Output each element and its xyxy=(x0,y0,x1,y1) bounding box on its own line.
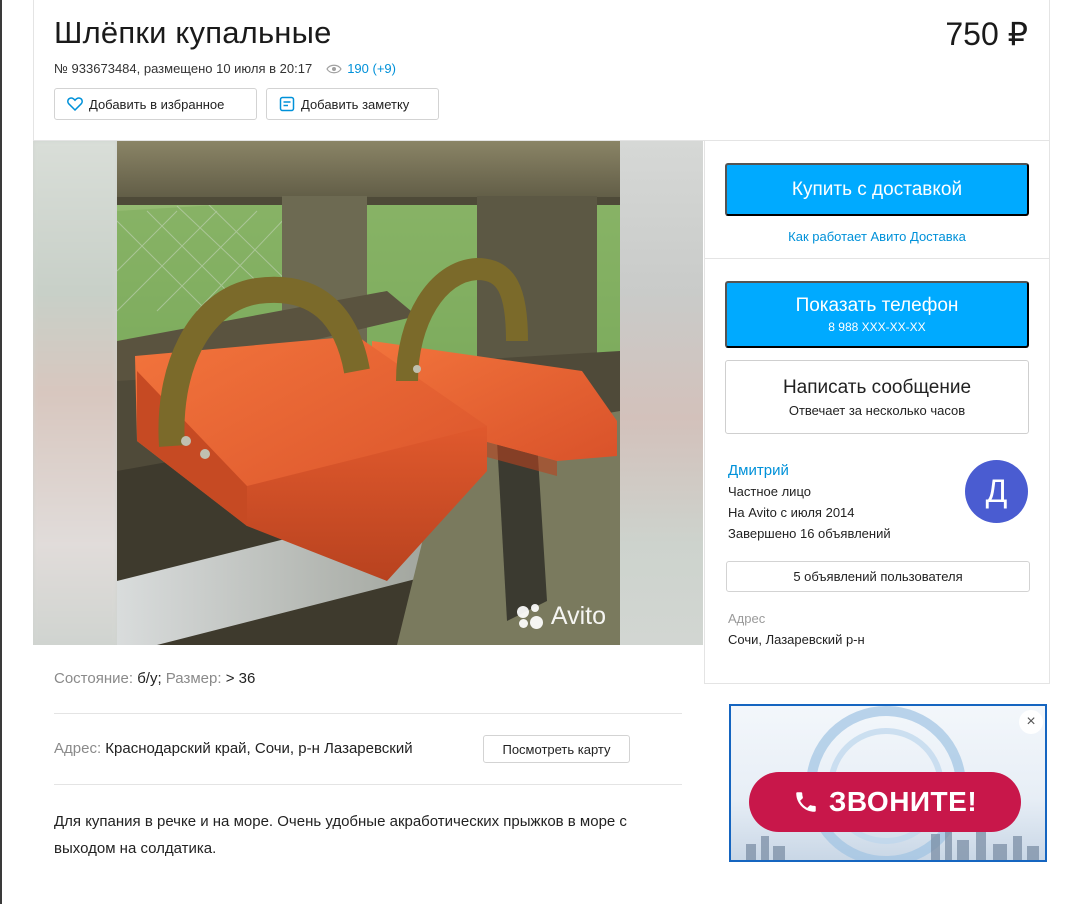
heart-icon xyxy=(67,97,83,111)
view-count: 190 (+9) xyxy=(347,61,396,76)
divider xyxy=(54,784,682,785)
user-listings-button[interactable]: 5 объявлений пользователя xyxy=(726,561,1030,592)
buy-with-delivery-button[interactable]: Купить с доставкой xyxy=(725,163,1029,216)
divider xyxy=(704,258,1050,259)
seller-info: Дмитрий Частное лицо На Avito с июля 201… xyxy=(728,460,891,544)
seller-since: На Avito с июля 2014 xyxy=(728,505,855,520)
price: 750 ₽ xyxy=(945,16,1028,52)
close-icon: × xyxy=(1026,713,1036,730)
seller-completed: Завершено 16 объявлений xyxy=(728,526,891,541)
add-to-favorites-button[interactable]: Добавить в избранное xyxy=(54,88,257,120)
ad-call-label: ЗВОНИТЕ! xyxy=(828,786,978,817)
write-message-label: Написать сообщение xyxy=(782,376,972,398)
show-phone-button[interactable]: Показать телефон 8 988 XXX-XX-XX xyxy=(725,281,1029,348)
seller-type: Частное лицо xyxy=(728,484,811,499)
listing-meta: № 933673484, размещено 10 июля в 20:17 1… xyxy=(54,61,396,76)
add-to-favorites-label: Добавить в избранное xyxy=(89,96,225,112)
masked-phone: 8 988 XXX-XX-XX xyxy=(828,320,926,334)
note-icon xyxy=(279,96,295,112)
item-address: Адрес: Краснодарский край, Сочи, р-н Лаз… xyxy=(54,740,413,757)
add-note-button[interactable]: Добавить заметку xyxy=(266,88,439,120)
prev-photo-preview[interactable] xyxy=(33,141,117,645)
photo-gallery[interactable]: Avito xyxy=(33,141,703,645)
add-note-label: Добавить заметку xyxy=(301,96,410,112)
size-label: Размер: xyxy=(165,670,222,687)
show-phone-label: Показать телефон xyxy=(795,295,959,316)
size-value: > 36 xyxy=(225,670,256,687)
product-photo xyxy=(117,141,620,645)
show-map-button[interactable]: Посмотреть карту xyxy=(483,735,630,763)
next-photo-preview[interactable] xyxy=(619,141,703,645)
condition-label: Состояние: xyxy=(54,670,134,687)
write-message-button[interactable]: Написать сообщение Отвечает за несколько… xyxy=(725,360,1029,434)
avito-watermark: Avito xyxy=(516,602,606,631)
how-delivery-works-link[interactable]: Как работает Авито Доставка xyxy=(725,229,1029,244)
window-edge xyxy=(0,0,2,904)
listing-number-date: № 933673484, размещено 10 июля в 20:17 xyxy=(54,61,313,76)
seller-name-link[interactable]: Дмитрий xyxy=(728,462,789,479)
divider xyxy=(1049,0,1050,683)
avito-logo-icon xyxy=(516,603,545,631)
avito-watermark-text: Avito xyxy=(550,602,606,630)
divider xyxy=(33,0,34,140)
page-title: Шлёпки купальные xyxy=(54,15,332,50)
address-label: Адрес: xyxy=(54,740,102,757)
divider xyxy=(704,141,705,683)
avatar[interactable]: Д xyxy=(965,460,1028,523)
view-counter: 190 (+9) xyxy=(326,61,396,76)
phone-icon xyxy=(796,792,816,812)
ad-close-button[interactable]: × xyxy=(1019,710,1043,734)
item-params: Состояние: б/у; Размер: > 36 xyxy=(54,670,255,687)
divider xyxy=(704,683,1050,684)
main-photo[interactable]: Avito xyxy=(117,141,620,645)
sidebar-address-value: Сочи, Лазаревский р-н xyxy=(728,632,865,647)
ad-call-button[interactable]: ЗВОНИТЕ! xyxy=(749,772,1021,832)
eye-icon xyxy=(326,64,342,73)
item-description: Для купания в речке и на море. Очень удо… xyxy=(54,813,627,857)
divider xyxy=(54,713,682,714)
address-value: Краснодарский край, Сочи, р-н Лазаревски… xyxy=(105,740,413,757)
sidebar-address-label: Адрес xyxy=(728,611,766,626)
condition-value: б/у; xyxy=(137,670,162,687)
response-time: Отвечает за несколько часов xyxy=(788,402,966,418)
